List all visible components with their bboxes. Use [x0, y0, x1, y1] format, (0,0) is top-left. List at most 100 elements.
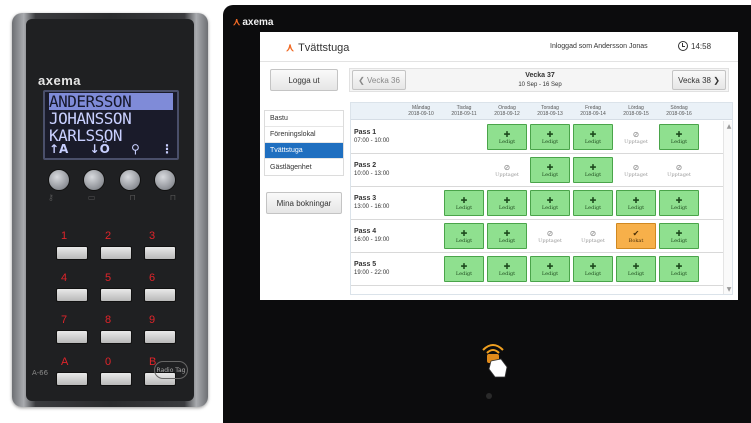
slot-ledigt[interactable]: ✚ Ledigt [487, 256, 527, 282]
slot-ledigt[interactable]: ✚ Ledigt [659, 256, 699, 282]
lock-open-icon: ⊓ [129, 193, 136, 202]
key-button[interactable]: 2 [101, 230, 131, 261]
scroll-up-icon[interactable]: ▲ [725, 123, 732, 130]
menu-item-foreningslokal[interactable]: Föreningslokal [265, 127, 343, 143]
key-button[interactable]: 1 [57, 230, 87, 261]
function-button-4[interactable] [153, 169, 176, 191]
slot-ledigt[interactable]: ✚ Ledigt [530, 256, 570, 282]
slot-ledigt[interactable]: ✚ Ledigt [530, 157, 570, 183]
key-label: 2 [105, 230, 112, 242]
key-button[interactable]: 0 [101, 356, 131, 387]
key-label: 1 [61, 230, 68, 242]
key-button[interactable]: 7 [57, 314, 87, 345]
blocked-icon: ⊘ [632, 162, 640, 172]
slot-status-label: Ledigt [670, 204, 688, 211]
key-cap [145, 331, 175, 343]
grid-scrollbar[interactable]: ▲ ▼ [723, 121, 732, 294]
plus-circle-icon: ✚ [546, 195, 554, 205]
plus-circle-icon: ✚ [546, 261, 554, 271]
key-button[interactable]: 3 [145, 230, 175, 261]
key-button[interactable]: A [57, 356, 87, 387]
pass-time: 13:00 - 16:00 [354, 204, 390, 210]
plus-circle-icon: ✚ [632, 261, 640, 271]
next-week-label: Vecka 38 [678, 75, 711, 85]
key-button[interactable]: 6 [145, 272, 175, 303]
function-button-2[interactable] [83, 169, 106, 191]
pass-row: Pass 4 16:00 - 19:00 ✚ Ledigt ✚ Ledigt ⊘ Upptag… [351, 220, 723, 253]
function-button-1[interactable] [48, 169, 70, 191]
axema-logo-icon: ⋏ [233, 17, 241, 28]
day-header: Söndag 2018-09-16 [666, 105, 692, 117]
slot-ledigt[interactable]: ✚ Ledigt [573, 124, 613, 150]
slot-ledigt[interactable]: ✚ Ledigt [530, 190, 570, 216]
slot-upptaget: ⊘ Upptaget [616, 157, 656, 183]
menu-item-tvattstuga[interactable]: Tvättstuga [265, 143, 343, 159]
key-label: 7 [61, 314, 68, 326]
slot-status-label: Ledigt [455, 270, 473, 277]
product-photo: axema ANDERSSON JOHANSSON KARLSSON ↑A ↓Ö… [0, 0, 751, 423]
slot-ledigt[interactable]: ✚ Ledigt [616, 190, 656, 216]
key-button[interactable]: 9 [145, 314, 175, 345]
slot-ledigt[interactable]: ✚ Ledigt [487, 223, 527, 249]
blocked-icon: ⊘ [503, 162, 511, 172]
key-cap [101, 373, 131, 385]
prev-week-button[interactable]: ❮ Vecka 36 [352, 70, 406, 90]
camera-dot [486, 393, 492, 399]
slot-status-label: Ledigt [498, 204, 516, 211]
slot-ledigt[interactable]: ✚ Ledigt [616, 256, 656, 282]
display-footer: ↑A ↓Ö ⚲ ⋮ [49, 142, 173, 156]
plus-circle-icon: ✚ [460, 261, 468, 271]
lock-icon: ⊓ [169, 193, 176, 202]
slot-status-label: Upptaget [624, 138, 648, 145]
slot-upptaget: ⊘ Upptaget [616, 124, 656, 150]
slot-status-label: Ledigt [670, 237, 688, 244]
slot-status-label: Ledigt [455, 204, 473, 211]
keypad-brand: axema [38, 73, 81, 88]
scroll-down-icon[interactable]: ▼ [725, 286, 732, 293]
slot-ledigt[interactable]: ✚ Ledigt [444, 190, 484, 216]
slot-ledigt[interactable]: ✚ Ledigt [659, 223, 699, 249]
plus-circle-icon: ✚ [503, 129, 511, 139]
day-header: Fredag 2018-09-14 [580, 105, 606, 117]
pass-name: Pass 3 [354, 195, 377, 202]
menu-item-gastlagenhet[interactable]: Gästlägenhet [265, 159, 343, 175]
pass-label: Pass 5 19:00 - 22:00 [354, 261, 389, 277]
slot-ledigt[interactable]: ✚ Ledigt [573, 157, 613, 183]
key-cap [57, 331, 87, 343]
slot-ledigt[interactable]: ✚ Ledigt [659, 190, 699, 216]
axema-logo-icon: ⋏ [286, 42, 295, 54]
keypad-function-buttons [48, 169, 176, 191]
slot-ledigt[interactable]: ✚ Ledigt [444, 256, 484, 282]
key-button[interactable]: 4 [57, 272, 87, 303]
key-icon: ⚷ [48, 193, 54, 202]
slot-status-label: Upptaget [538, 237, 562, 244]
menu-item-bastu[interactable]: Bastu [265, 111, 343, 127]
slot-upptaget: ⊘ Upptaget [659, 157, 699, 183]
key-button[interactable]: 8 [101, 314, 131, 345]
slot-status-label: Ledigt [584, 204, 602, 211]
model-label: A-66 [32, 369, 49, 377]
day-header: Onsdag 2018-09-12 [494, 105, 520, 117]
slot-ledigt[interactable]: ✚ Ledigt [487, 124, 527, 150]
slot-status-label: Ledigt [541, 171, 559, 178]
checkmark-icon: ✔ [632, 228, 640, 238]
slot-ledigt[interactable]: ✚ Ledigt [573, 190, 613, 216]
key-button[interactable]: 5 [101, 272, 131, 303]
key-label: 8 [105, 314, 112, 326]
next-week-button[interactable]: Vecka 38 ❯ [672, 70, 726, 90]
slot-ledigt[interactable]: ✚ Ledigt [659, 124, 699, 150]
logout-button[interactable]: Logga ut [270, 69, 338, 91]
slot-ledigt[interactable]: ✚ Ledigt [530, 124, 570, 150]
function-button-3[interactable] [118, 169, 141, 191]
my-bookings-button[interactable]: Mina bokningar [266, 192, 342, 214]
slot-ledigt[interactable]: ✚ Ledigt [573, 256, 613, 282]
pass-label: Pass 3 13:00 - 16:00 [354, 195, 389, 211]
slot-ledigt[interactable]: ✚ Ledigt [487, 190, 527, 216]
pass-name: Pass 5 [354, 261, 377, 268]
plus-circle-icon: ✚ [589, 195, 597, 205]
app-title-text: Tvättstuga [298, 41, 350, 54]
slot-ledigt[interactable]: ✚ Ledigt [444, 223, 484, 249]
slot-status-label: Ledigt [670, 138, 688, 145]
pass-name: Pass 4 [354, 228, 377, 235]
slot-bokat[interactable]: ✔ Bokat [616, 223, 656, 249]
